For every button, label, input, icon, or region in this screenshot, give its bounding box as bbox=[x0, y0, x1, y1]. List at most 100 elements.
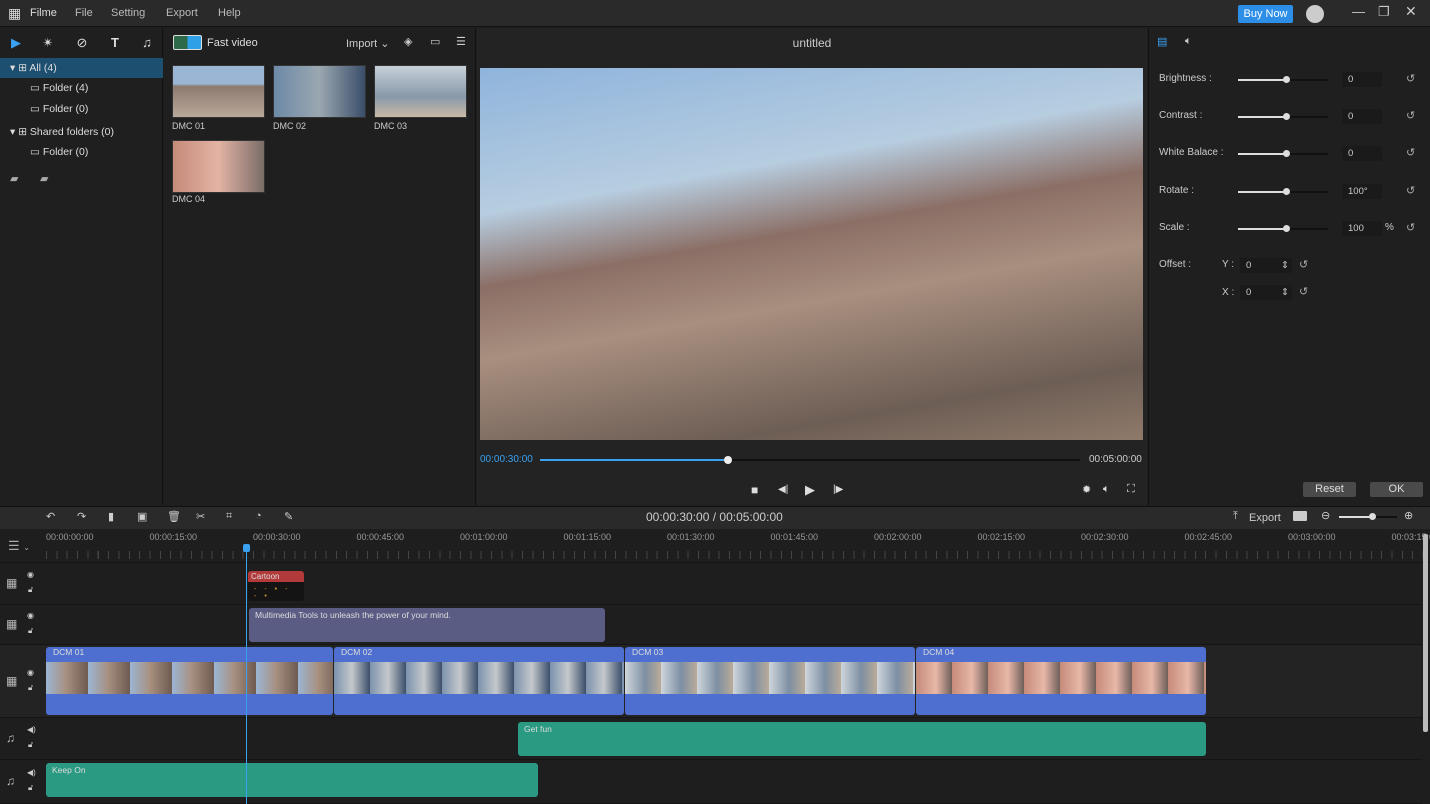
reset-prop-icon[interactable]: ↺ bbox=[1406, 221, 1415, 234]
lock-icon[interactable]: 🔓︎ bbox=[28, 626, 33, 636]
reset-prop-icon[interactable]: ↺ bbox=[1406, 72, 1415, 85]
visibility-icon[interactable]: ◉ bbox=[27, 668, 34, 677]
music-tab-icon[interactable]: ♫ bbox=[139, 35, 155, 51]
lock-icon[interactable]: 🔓︎ bbox=[28, 783, 33, 793]
zoom-knob[interactable] bbox=[1369, 513, 1376, 520]
reset-prop-icon[interactable]: ↺ bbox=[1406, 109, 1415, 122]
copy-icon[interactable]: ▮ bbox=[108, 510, 114, 523]
visibility-icon[interactable]: ◉ bbox=[27, 570, 34, 579]
visibility-icon[interactable]: ◉ bbox=[27, 611, 34, 620]
fit-icon[interactable] bbox=[1293, 511, 1307, 521]
slider-knob[interactable] bbox=[1283, 187, 1290, 195]
reset-prop-icon[interactable]: ↺ bbox=[1406, 184, 1415, 197]
tree-item-shared-folders[interactable]: ▾ ⊞ Shared folders (0) bbox=[0, 122, 163, 142]
volume-icon[interactable]: 🔈︎ bbox=[1103, 483, 1110, 496]
next-frame-icon[interactable]: |▶ bbox=[833, 484, 843, 495]
media-thumb-dmc01[interactable] bbox=[172, 65, 265, 118]
lock-icon[interactable]: 🔓︎ bbox=[28, 683, 33, 693]
mute-icon[interactable]: ◀) bbox=[27, 725, 36, 734]
playhead-handle[interactable] bbox=[243, 544, 250, 552]
sort-icon[interactable]: ☰ bbox=[456, 35, 466, 48]
effect-clip[interactable]: Cartoon --•--• bbox=[248, 571, 304, 601]
edit-icon[interactable]: ✎ bbox=[284, 510, 293, 523]
progress-knob[interactable] bbox=[724, 456, 732, 464]
zoom-out-icon[interactable]: ⊖ bbox=[1321, 509, 1330, 522]
prop-slider[interactable] bbox=[1238, 113, 1328, 121]
prev-frame-icon[interactable]: ◀| bbox=[778, 484, 788, 495]
zoom-in-icon[interactable]: ⊕ bbox=[1404, 509, 1413, 522]
mute-icon[interactable]: ◀) bbox=[27, 768, 36, 777]
video-clip[interactable]: DCM 04 bbox=[916, 647, 1206, 715]
prop-value-input[interactable]: 0 bbox=[1342, 109, 1382, 125]
lock-icon[interactable]: 🔓︎ bbox=[28, 740, 33, 750]
fast-video-icon[interactable] bbox=[173, 35, 202, 50]
split-icon[interactable]: ✂ bbox=[196, 510, 205, 523]
video-clip[interactable]: DCM 03 bbox=[625, 647, 915, 715]
stop-icon[interactable]: ■ bbox=[751, 483, 758, 497]
effects-tab-icon[interactable]: ✴ bbox=[40, 35, 56, 51]
reset-prop-icon[interactable]: ↺ bbox=[1406, 146, 1415, 159]
settings-icon[interactable]: ✹ bbox=[1082, 483, 1091, 496]
slider-knob[interactable] bbox=[1283, 224, 1290, 232]
reset-offset-y-icon[interactable]: ↺ bbox=[1299, 258, 1308, 271]
speed-icon[interactable]: ◔ bbox=[255, 510, 262, 522]
menu-help[interactable]: Help bbox=[218, 7, 241, 19]
delete-icon[interactable]: 🗑︎ bbox=[167, 510, 181, 523]
play-icon[interactable]: ▶ bbox=[805, 482, 815, 498]
menu-export[interactable]: Export bbox=[166, 7, 198, 19]
prop-slider[interactable] bbox=[1238, 76, 1328, 83]
transitions-tab-icon[interactable]: ⊘ bbox=[74, 35, 90, 51]
offset-x-input[interactable]: 0 ⇕ bbox=[1240, 285, 1292, 300]
playhead[interactable] bbox=[246, 544, 247, 804]
video-clip[interactable]: DCM 01 bbox=[46, 647, 333, 715]
fast-video-button[interactable]: Fast video bbox=[207, 37, 258, 49]
slider-knob[interactable] bbox=[1283, 76, 1290, 83]
timeline-scrollbar[interactable] bbox=[1423, 534, 1428, 732]
video-clip[interactable]: DCM 02 bbox=[334, 647, 624, 715]
tree-item-all[interactable]: ▾ ⊞ All (4) bbox=[0, 58, 163, 78]
prop-value-input[interactable]: 100 bbox=[1342, 220, 1382, 236]
export-button[interactable]: Export bbox=[1249, 512, 1281, 524]
tree-item-folder[interactable]: ▭ Folder (0) bbox=[0, 142, 163, 162]
lock-icon[interactable]: 🔓︎ bbox=[28, 585, 33, 595]
paste-icon[interactable]: ▣ bbox=[137, 510, 147, 523]
tree-item-folder[interactable]: ▭ Folder (4) bbox=[0, 78, 163, 98]
track-menu-icon[interactable]: ☰ ⌄ bbox=[8, 538, 30, 554]
audio-clip[interactable]: Keep On bbox=[46, 763, 538, 797]
remove-folder-icon[interactable]: ▰ bbox=[40, 172, 48, 185]
audio-clip[interactable]: Get fun bbox=[518, 722, 1206, 756]
prop-slider[interactable] bbox=[1238, 224, 1328, 232]
video-preview[interactable] bbox=[480, 68, 1143, 440]
buy-now-button[interactable]: Buy Now bbox=[1238, 5, 1293, 23]
add-folder-icon[interactable]: ▰ bbox=[10, 172, 18, 185]
reset-button[interactable]: Reset bbox=[1303, 482, 1356, 497]
import-dropdown[interactable]: Import ⌄ bbox=[346, 37, 389, 50]
media-thumb-dmc02[interactable] bbox=[273, 65, 366, 118]
audio-props-tab-icon[interactable]: 🔈︎ bbox=[1185, 35, 1192, 48]
text-clip[interactable]: Multimedia Tools to unleash the power of… bbox=[249, 608, 605, 642]
prop-value-input[interactable]: 0 bbox=[1342, 146, 1382, 162]
ok-button[interactable]: OK bbox=[1370, 482, 1423, 497]
menu-setting[interactable]: Setting bbox=[111, 7, 145, 19]
prop-value-input[interactable]: 100° bbox=[1342, 183, 1382, 199]
avatar[interactable] bbox=[1306, 5, 1324, 23]
text-tab-icon[interactable]: T bbox=[107, 35, 123, 51]
close-icon[interactable]: ✕ bbox=[1405, 3, 1417, 20]
prop-slider[interactable] bbox=[1238, 187, 1328, 195]
preview-progress-bar[interactable] bbox=[540, 456, 1080, 464]
media-thumb-dmc04[interactable] bbox=[172, 140, 265, 193]
prop-slider[interactable] bbox=[1238, 150, 1328, 158]
minimize-icon[interactable]: — bbox=[1352, 4, 1365, 19]
layers-icon[interactable]: ◈ bbox=[404, 35, 412, 48]
prop-value-input[interactable]: 0 bbox=[1342, 72, 1382, 87]
tree-item-folder[interactable]: ▭ Folder (0) bbox=[0, 99, 163, 119]
fullscreen-icon[interactable]: ⛶ bbox=[1127, 483, 1135, 496]
window-icon[interactable]: ▭ bbox=[430, 35, 440, 48]
menu-file[interactable]: File bbox=[75, 7, 93, 19]
reset-offset-x-icon[interactable]: ↺ bbox=[1299, 285, 1308, 298]
offset-y-input[interactable]: 0 ⇕ bbox=[1240, 258, 1292, 273]
undo-icon[interactable]: ↶ bbox=[46, 510, 55, 523]
media-tab-icon[interactable]: ▶ bbox=[8, 35, 24, 51]
crop-icon[interactable]: ⌗ bbox=[226, 510, 232, 523]
media-thumb-dmc03[interactable] bbox=[374, 65, 467, 118]
